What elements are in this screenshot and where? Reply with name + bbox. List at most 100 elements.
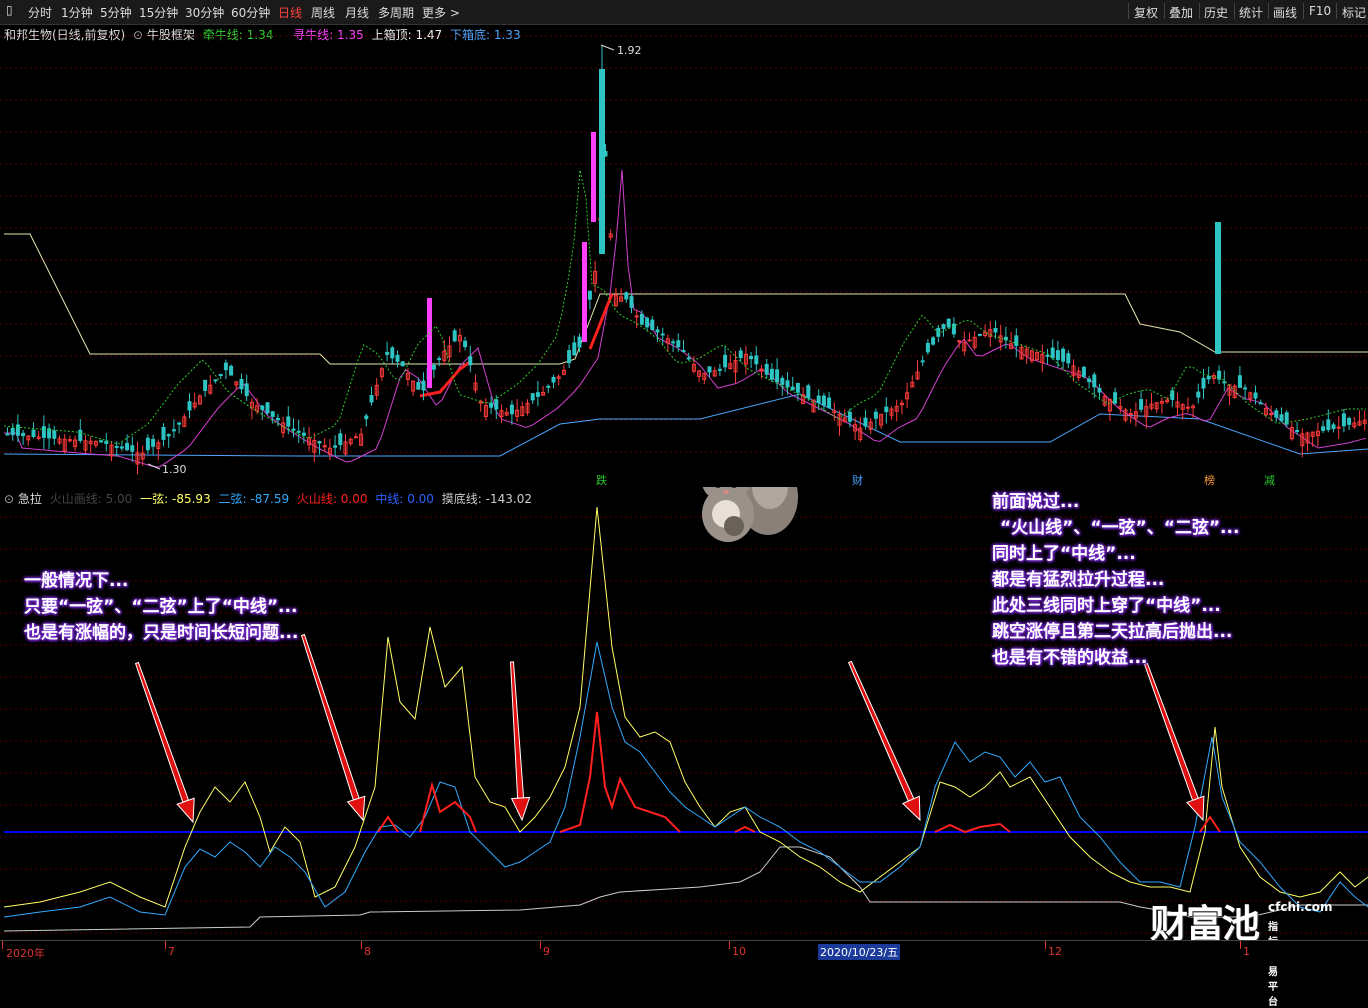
- candle-body: [681, 350, 686, 353]
- candle-body: [1326, 419, 1331, 431]
- time-axis: 2020年 7 8 9 10 2020/10/23/五 12 1: [0, 940, 1368, 962]
- candle-body: [1201, 377, 1206, 389]
- overlay-button[interactable]: 叠加: [1169, 4, 1193, 21]
- candle-body: [229, 365, 234, 376]
- marker-0[interactable]: 跌: [596, 472, 607, 488]
- candle-body: [15, 424, 20, 436]
- big-down-bar: [1215, 222, 1221, 354]
- tab-15min[interactable]: 15分钟: [139, 4, 178, 21]
- annotation-right-line: “火山线”、“一弦”、“二弦”...: [1000, 518, 1240, 538]
- tab-60min[interactable]: 60分钟: [231, 4, 270, 21]
- candle-body: [104, 440, 109, 444]
- candle-body: [873, 411, 878, 419]
- candle-body: [1341, 413, 1346, 427]
- candle-body: [1055, 350, 1060, 360]
- f10-button[interactable]: F10: [1309, 4, 1331, 18]
- candle-body: [1087, 378, 1092, 383]
- candle-body: [119, 446, 124, 449]
- chord-two-line: [3, 641, 1368, 918]
- candle-body: [754, 355, 759, 365]
- candle-body: [400, 361, 405, 367]
- candle-body: [785, 380, 790, 388]
- candle-body: [130, 445, 135, 452]
- candle-body: [10, 427, 15, 436]
- candle-body: [177, 422, 182, 425]
- candle-body: [463, 340, 468, 348]
- candle-body: [151, 438, 156, 447]
- candle-body: [1295, 429, 1300, 432]
- arrow-shaft: [509, 661, 525, 799]
- candle-body: [5, 433, 10, 436]
- cursor-date-label: 2020/10/23/五: [818, 944, 901, 960]
- tab-multi-period[interactable]: 多周期: [378, 4, 414, 21]
- annotation-right-line: 同时上了“中线”...: [992, 544, 1136, 564]
- candle-body: [296, 430, 301, 433]
- candle-body: [301, 432, 306, 436]
- candle-body: [629, 296, 634, 308]
- candle-body: [717, 368, 722, 371]
- candle-body: [416, 382, 421, 390]
- axis-label: 1: [1243, 945, 1250, 958]
- candle-body: [546, 385, 551, 388]
- brand-site: cfchi.com: [1268, 900, 1333, 914]
- tab-fenshi[interactable]: 分时: [28, 4, 52, 21]
- marker-2[interactable]: 榜: [1204, 472, 1215, 488]
- candle-body: [369, 395, 374, 403]
- volcano-line: [559, 711, 681, 833]
- statistics-button[interactable]: 统计: [1239, 4, 1263, 21]
- tab-more[interactable]: 更多 >: [422, 4, 460, 21]
- candle-body: [884, 406, 889, 413]
- candle-body: [634, 315, 639, 318]
- candle-body: [806, 385, 811, 398]
- candle-body: [1206, 376, 1211, 380]
- annotation-left-line: 只要“一弦”、“二弦”上了“中线”...: [24, 597, 298, 617]
- candle-body: [1347, 417, 1352, 425]
- tab-5min[interactable]: 5分钟: [100, 4, 132, 21]
- arrow-shaft: [300, 633, 360, 801]
- candle-body: [489, 402, 494, 408]
- mark-button[interactable]: 标记: [1342, 4, 1366, 21]
- tab-30min[interactable]: 30分钟: [185, 4, 224, 21]
- candle-body: [993, 328, 998, 333]
- candle-body: [1050, 347, 1055, 359]
- candle-body: [338, 433, 343, 446]
- limit-up-bar: [427, 298, 432, 388]
- candle-body: [925, 342, 930, 353]
- axis-label: 8: [364, 945, 371, 958]
- candle-body: [145, 437, 150, 451]
- restore-rights-button[interactable]: 复权: [1134, 4, 1158, 21]
- candle-body: [645, 317, 650, 328]
- candle-body: [863, 417, 868, 427]
- tab-daily[interactable]: 日线: [278, 4, 302, 21]
- tab-monthly[interactable]: 月线: [345, 4, 369, 21]
- candle-body: [161, 427, 166, 440]
- marker-3[interactable]: 减: [1264, 472, 1275, 488]
- window-icon[interactable]: ▯: [6, 3, 13, 17]
- candle-body: [723, 354, 728, 368]
- candle-body: [551, 376, 556, 383]
- arrow-shaft: [847, 660, 915, 802]
- history-button[interactable]: 历史: [1204, 4, 1228, 21]
- marker-1[interactable]: 财: [852, 472, 863, 488]
- annotation-left: 一般情况下... 只要“一弦”、“二弦”上了“中线”... 也是有涨幅的，只是时…: [24, 568, 298, 646]
- candle-body: [1279, 414, 1284, 422]
- candle-body: [941, 324, 946, 329]
- candle-body: [655, 329, 660, 333]
- candle-body: [577, 336, 582, 348]
- candle-body: [920, 360, 925, 363]
- candle-body: [390, 347, 395, 359]
- candle-body: [535, 392, 540, 397]
- candle-body: [1253, 392, 1258, 399]
- candle-body: [957, 340, 962, 343]
- candle-body: [1331, 424, 1336, 429]
- tab-weekly[interactable]: 周线: [311, 4, 335, 21]
- tab-1min[interactable]: 1分钟: [61, 4, 93, 21]
- annotation-left-line: 一般情况下...: [24, 571, 129, 591]
- candle-body: [41, 426, 46, 438]
- candle-body: [125, 442, 130, 451]
- candle-body: [1097, 388, 1102, 393]
- candle-body: [780, 377, 785, 385]
- arrow-shaft: [1143, 662, 1199, 802]
- candle-body: [239, 378, 244, 390]
- draw-line-button[interactable]: 画线: [1273, 4, 1297, 21]
